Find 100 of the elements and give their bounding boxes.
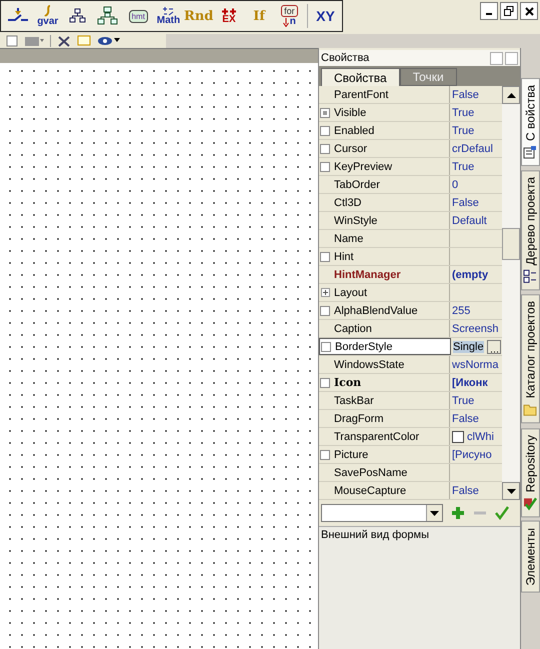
property-description: Внешний вид формы xyxy=(321,529,429,541)
property-name: TabOrder xyxy=(333,178,380,190)
property-name: Enabled xyxy=(333,124,374,136)
property-row[interactable]: Icon [Иконк xyxy=(319,374,502,392)
design-canvas[interactable] xyxy=(0,63,318,649)
property-row[interactable]: Picture [Рисуно xyxy=(319,446,502,464)
property-value: Single xyxy=(453,340,484,352)
property-row[interactable]: TabOrder 0 xyxy=(319,176,502,194)
property-row[interactable]: HintManager (empty xyxy=(319,266,502,284)
property-value: wsNorma xyxy=(452,358,498,370)
checkbox[interactable] xyxy=(320,144,330,154)
property-value: True xyxy=(452,124,474,136)
property-name: BorderStyle xyxy=(334,340,392,352)
checkbox[interactable] xyxy=(320,450,330,460)
property-name: Ctl3D xyxy=(333,196,362,208)
property-row[interactable]: ParentFont False xyxy=(319,86,502,104)
palette-button[interactable]: hmt xyxy=(124,1,153,31)
property-row[interactable]: Hint xyxy=(319,248,502,266)
property-row[interactable]: TaskBar True xyxy=(319,392,502,410)
property-sheet-icon xyxy=(524,145,538,160)
form-icon[interactable] xyxy=(6,35,18,47)
minimize-button[interactable] xyxy=(480,2,498,20)
checkbox[interactable] xyxy=(320,378,330,388)
property-row[interactable]: WinStyle Default xyxy=(319,212,502,230)
property-value: True xyxy=(452,106,474,118)
property-name: Layout xyxy=(333,286,368,298)
scroll-thumb[interactable] xyxy=(502,228,520,260)
folder-icon xyxy=(524,402,538,417)
property-name: WinStyle xyxy=(333,214,378,226)
tree-icon xyxy=(524,269,538,284)
close-button[interactable] xyxy=(520,2,538,20)
property-value: Screensh xyxy=(452,322,498,334)
scissors-icon[interactable] xyxy=(57,35,71,47)
panel-tab[interactable]: Свойства xyxy=(321,68,400,86)
property-value: Default xyxy=(452,214,487,226)
palette-button[interactable]: EX xyxy=(214,1,244,31)
property-row[interactable]: MouseCapture False xyxy=(319,482,502,500)
property-row[interactable]: AlphaBlendValue 255 xyxy=(319,302,502,320)
property-value: False xyxy=(452,196,479,208)
squiggle-icon xyxy=(44,5,52,17)
property-value: (empty xyxy=(452,268,488,280)
property-row[interactable]: Ctl3D False xyxy=(319,194,502,212)
property-value: 255 xyxy=(452,304,470,316)
side-tab[interactable]: Элементы xyxy=(521,521,540,593)
add-icon[interactable] xyxy=(451,506,465,520)
event-dropdown[interactable] xyxy=(321,504,443,522)
hint-icon[interactable] xyxy=(77,35,91,47)
property-value: [Иконк xyxy=(452,376,488,388)
property-row[interactable]: DragForm False xyxy=(319,410,502,428)
checkbox[interactable] xyxy=(320,126,330,136)
property-row[interactable]: Visible True xyxy=(319,104,502,122)
property-name: MouseCapture xyxy=(333,484,406,496)
property-name: HintManager xyxy=(333,268,401,280)
property-name: WindowsState xyxy=(333,358,404,370)
property-name: Picture xyxy=(333,448,368,460)
palette-button[interactable]: XY xyxy=(310,1,340,31)
property-row[interactable]: Enabled True xyxy=(319,122,502,140)
panel-button[interactable] xyxy=(505,52,518,64)
property-value: crDefaul xyxy=(452,142,493,154)
checkbox[interactable] xyxy=(320,162,330,172)
side-tab[interactable]: С войства xyxy=(521,78,540,166)
dropdown-icon xyxy=(430,510,439,516)
checkmark-icon xyxy=(524,496,538,510)
scroll-down-icon[interactable] xyxy=(506,488,516,494)
operators-icon xyxy=(162,6,174,16)
eye-icon[interactable] xyxy=(97,35,121,47)
scroll-up-icon[interactable] xyxy=(506,92,516,98)
checkbox[interactable] xyxy=(320,252,330,262)
property-row[interactable]: Cursor crDefaul xyxy=(319,140,502,158)
ellipsis-button[interactable] xyxy=(486,340,501,354)
side-tab[interactable]: Каталог проектов xyxy=(521,294,540,424)
apply-icon[interactable] xyxy=(495,506,509,520)
property-value: False xyxy=(452,88,479,100)
property-name: TaskBar xyxy=(333,394,374,406)
property-value: [Рисуно xyxy=(452,448,492,460)
restore-button[interactable] xyxy=(500,2,518,20)
checkbox[interactable] xyxy=(320,306,330,316)
property-name: TransparentColor xyxy=(333,430,420,442)
component-icon[interactable] xyxy=(24,35,44,47)
side-tab[interactable]: Repository xyxy=(521,428,540,518)
property-row[interactable]: KeyPreview True xyxy=(319,158,502,176)
property-row[interactable]: TransparentColor clWhi xyxy=(319,428,502,446)
panel-button[interactable] xyxy=(490,52,503,64)
palette-button[interactable]: Math xyxy=(154,1,184,31)
property-name: Cursor xyxy=(333,142,368,154)
collapse-icon[interactable] xyxy=(320,108,330,118)
expand-icon[interactable] xyxy=(320,288,330,297)
property-row[interactable]: SavePosName xyxy=(319,464,502,482)
side-tab[interactable]: Дерево проекта xyxy=(521,170,540,290)
property-row[interactable]: Name xyxy=(319,230,502,248)
hierarchy-icon xyxy=(68,8,87,24)
palette-button[interactable]: for n xyxy=(274,1,304,31)
property-row[interactable]: Layout xyxy=(319,284,502,302)
flowchart-icon xyxy=(97,6,120,26)
scrollbar[interactable] xyxy=(502,86,520,500)
property-name: ParentFont xyxy=(333,88,388,100)
palette-button[interactable]: gvar xyxy=(33,1,62,31)
checkbox[interactable] xyxy=(321,342,331,352)
property-row[interactable]: WindowsState wsNorma xyxy=(319,356,502,374)
property-name: Visible xyxy=(333,106,366,118)
